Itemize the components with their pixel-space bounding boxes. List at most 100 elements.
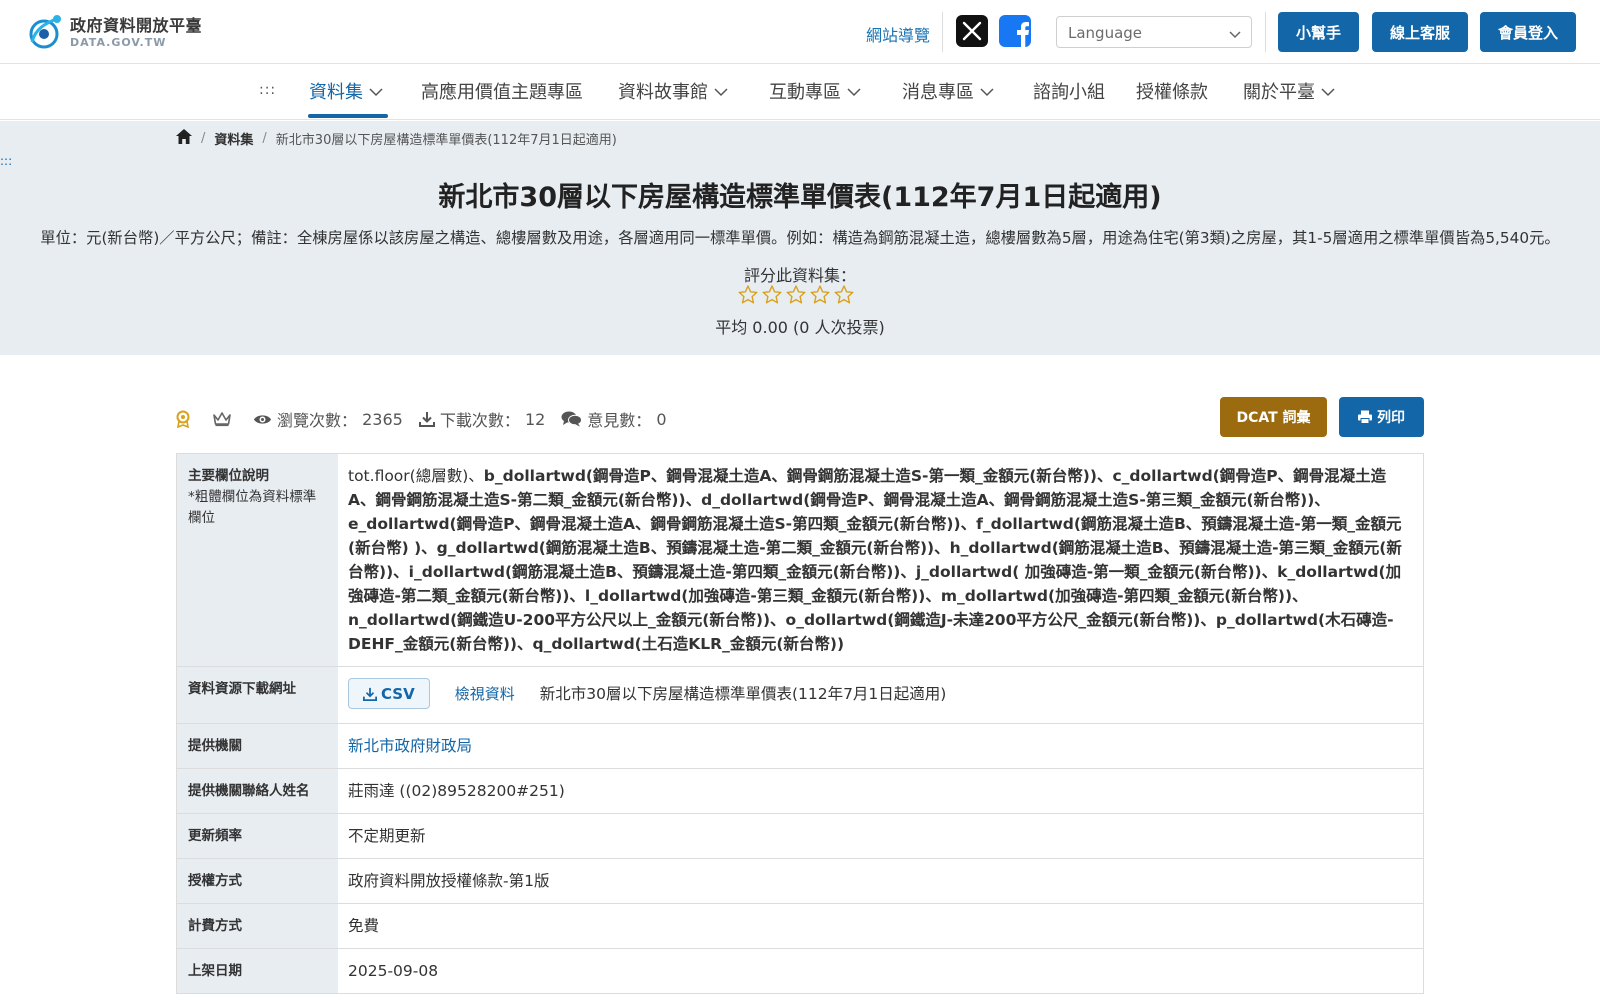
award-icon [175,410,196,428]
row-header: 計費方式 [177,904,338,948]
dataset-banner: / 資料集 / 新北市30層以下房屋構造標準單價表(112年7月1日起適用) :… [0,121,1600,355]
rating-stars[interactable] [738,285,854,308]
table-row: 提供機關 新北市政府財政局 [177,724,1423,769]
fields-plain: tot.floor(總層數)、 [348,467,484,485]
table-row: 資料資源下載網址 CSV 檢視資料 新北市30層以下房屋構造標準單價表(112年… [177,667,1423,724]
fields-label: 主要欄位說明 [188,468,269,484]
table-row: 主要欄位說明 *粗體欄位為資料標準欄位 tot.floor(總層數)、b_dol… [177,454,1423,667]
views-label: 瀏覽次數： [277,411,358,430]
site-header: 政府資料開放平臺 DATA.GOV.TW 網站導覽 Language 小幫手 線… [0,0,1600,64]
language-select-value: Language [1068,24,1143,42]
chevron-down-icon [1229,26,1241,44]
listed-date-value: 2025-09-08 [348,962,439,980]
csv-download-button[interactable]: CSV [348,678,430,709]
dataset-stats: 瀏覽次數： 2365 下載次數： 12 意見數： 0 [175,407,683,431]
nav-item-interaction[interactable]: 互動專區 [769,78,861,104]
nav-item-about[interactable]: 關於平臺 [1243,78,1335,104]
chevron-down-icon [714,81,728,102]
rating-label: 評分此資料集： [743,266,856,285]
print-icon [1358,410,1372,424]
nav-item-data-stories[interactable]: 資料故事館 [618,78,728,104]
views-stat: 瀏覽次數： 2365 [253,407,403,431]
nav-item-license[interactable]: 授權條款 [1136,78,1208,104]
nav-item-label: 關於平臺 [1243,82,1315,103]
download-icon [418,412,435,427]
frequency-value: 不定期更新 [348,827,426,845]
fields-note: *粗體欄位為資料標準欄位 [188,489,317,526]
chevron-down-icon [980,81,994,102]
row-header: 資料資源下載網址 [177,667,338,723]
facebook-icon[interactable] [999,15,1031,47]
nav-item-label: 授權條款 [1136,82,1208,103]
nav-item-label: 互動專區 [769,82,841,103]
table-row: 上架日期 2025-09-08 [177,949,1423,993]
nav-accesskey-marker[interactable]: ::: [259,82,276,98]
resource-name: 新北市30層以下房屋構造標準單價表(112年7月1日起適用) [539,684,947,703]
chevron-down-icon [369,81,383,102]
nav-item-label: 消息專區 [902,82,974,103]
nav-item-high-value-themes[interactable]: 高應用價值主題專區 [421,78,583,104]
content-accesskey-marker[interactable]: ::: [0,154,12,168]
divider [942,12,943,52]
home-icon[interactable] [176,129,192,148]
star-icon[interactable] [762,285,782,308]
license-value: 政府資料開放授權條款-第1版 [348,872,550,890]
row-header: 更新頻率 [177,814,338,858]
nav-item-datasets[interactable]: 資料集 [309,78,383,104]
star-icon[interactable] [834,285,854,308]
provider-link[interactable]: 新北市政府財政局 [348,737,472,755]
logo-subtitle: DATA.GOV.TW [70,35,167,49]
print-label: 列印 [1377,410,1405,426]
helper-button[interactable]: 小幫手 [1278,12,1359,52]
nav-item-label: 諮詢小組 [1033,82,1105,103]
views-count: 2365 [362,409,403,429]
breadcrumb-datasets[interactable]: 資料集 [214,129,253,148]
print-button[interactable]: 列印 [1339,397,1424,437]
download-cell: CSV 檢視資料 新北市30層以下房屋構造標準單價表(112年7月1日起適用) [338,667,1423,723]
x-twitter-icon[interactable] [956,15,988,47]
site-logo[interactable]: 政府資料開放平臺 DATA.GOV.TW [24,12,202,52]
breadcrumb-separator: / [201,131,206,146]
nav-item-label: 高應用價值主題專區 [421,82,583,103]
fields-description: tot.floor(總層數)、b_dollartwd(鋼骨造P、鋼骨混凝土造A、… [338,454,1423,666]
nav-item-label: 資料故事館 [618,82,708,103]
view-data-link[interactable]: 檢視資料 [455,682,515,706]
table-row: 計費方式 免費 [177,904,1423,949]
comments-count: 0 [656,409,667,429]
chevron-down-icon [847,81,861,102]
contact-value: 莊雨達 ((02)89528200#251) [348,782,565,800]
rating-average: 平均 0.00 (0 人次投票) [715,318,885,337]
star-icon[interactable] [810,285,830,308]
online-support-button[interactable]: 線上客服 [1372,12,1468,52]
comments-icon [561,411,583,427]
row-header: 授權方式 [177,859,338,903]
member-login-button[interactable]: 會員登入 [1480,12,1576,52]
dataset-info-table: 主要欄位說明 *粗體欄位為資料標準欄位 tot.floor(總層數)、b_dol… [176,453,1424,994]
language-select[interactable]: Language [1056,16,1252,48]
comments-stat: 意見數： 0 [561,407,667,431]
sitemap-link[interactable]: 網站導覽 [866,22,930,46]
table-row: 提供機關聯絡人姓名 莊雨達 ((02)89528200#251) [177,769,1423,814]
nav-item-news[interactable]: 消息專區 [902,78,994,104]
table-row: 更新頻率 不定期更新 [177,814,1423,859]
fee-value: 免費 [348,917,380,935]
row-header: 提供機關聯絡人姓名 [177,769,338,813]
star-icon[interactable] [786,285,806,308]
logo-title: 政府資料開放平臺 [70,15,203,35]
row-header: 主要欄位說明 *粗體欄位為資料標準欄位 [177,454,338,666]
table-row: 授權方式 政府資料開放授權條款-第1版 [177,859,1423,904]
nav-item-advisory[interactable]: 諮詢小組 [1033,78,1105,104]
download-icon [363,687,377,701]
breadcrumb-current: 新北市30層以下房屋構造標準單價表(112年7月1日起適用) [275,133,617,148]
star-icon[interactable] [738,285,758,308]
nav-active-indicator [308,114,388,118]
fields-standard: b_dollartwd(鋼骨造P、鋼骨混凝土造A、鋼骨鋼筋混凝土造S-第一類_金… [348,467,1402,653]
chevron-down-icon [1321,81,1335,102]
dcat-vocabulary-button[interactable]: DCAT 詞彙 [1220,397,1327,437]
downloads-count: 12 [524,409,546,429]
divider [1265,12,1266,52]
dataset-description: 單位：元(新台幣)／平方公尺；備註：全棟房屋係以該房屋之構造、總樓層數及用途，各… [40,229,1560,247]
downloads-stat: 下載次數： 12 [418,407,546,431]
logo-icon [24,12,64,52]
comments-label: 意見數： [587,411,652,430]
